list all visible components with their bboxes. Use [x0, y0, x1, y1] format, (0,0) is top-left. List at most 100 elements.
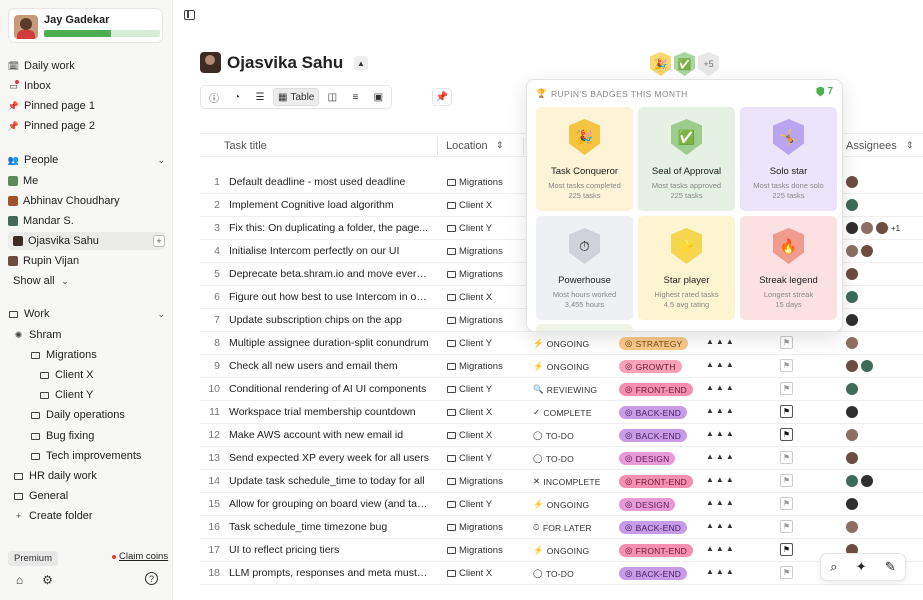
badge-card[interactable]: ⭐ Star player Highest rated tasks 4.5 avg… [638, 216, 735, 320]
flag-icon[interactable]: ⚑ [780, 520, 793, 533]
assignee-avatar[interactable] [846, 406, 858, 418]
nav-pinned-page-1[interactable]: 📌 Pinned page 1 [8, 97, 95, 115]
sort-icon[interactable]: ⇕ [496, 140, 504, 151]
task-location[interactable]: Client X [447, 407, 492, 418]
table-row[interactable]: 14 Update task schedule_time to today fo… [200, 470, 923, 493]
badge-card[interactable]: ⏱ Powerhouse Most hours worked 3,455 hour… [536, 216, 633, 320]
task-title[interactable]: Update subscription chips on the app [229, 314, 429, 326]
task-title[interactable]: Fix this: On duplicating a folder, the p… [229, 222, 429, 234]
badge-card[interactable]: 🎉 Task Conqueror Most tasks completed 225… [536, 107, 633, 211]
folder-client-y[interactable]: Client Y [39, 386, 93, 404]
assignee-avatar[interactable] [861, 245, 873, 257]
nav-inbox[interactable]: ▭ Inbox [8, 77, 51, 95]
bell-icon[interactable]: ▲▲▲ [706, 406, 736, 415]
table-row[interactable]: 12 Make AWS account with new email id Cl… [200, 424, 923, 447]
board-view-icon[interactable]: ◫ [322, 88, 342, 106]
bell-icon[interactable]: ▲▲▲ [706, 498, 736, 507]
bell-icon[interactable]: ▲▲▲ [706, 544, 736, 553]
person-mandar[interactable]: Mandar S. [8, 212, 74, 230]
table-row[interactable]: 13 Send expected XP every week for all u… [200, 447, 923, 470]
task-status[interactable]: ✓ COMPLETE [533, 407, 592, 418]
flag-icon[interactable]: ⚑ [780, 451, 793, 464]
person-rupin[interactable]: Rupin Vijan [8, 252, 79, 270]
assignee-avatar[interactable] [846, 314, 858, 326]
assignee-avatar[interactable] [846, 360, 858, 372]
folder-bug-fixing[interactable]: Bug fixing [30, 427, 94, 445]
task-title[interactable]: Make AWS account with new email id [229, 429, 429, 441]
people-section-header[interactable]: 👥 People ⌄ [8, 151, 165, 169]
task-location[interactable]: Migrations [447, 315, 503, 326]
bell-icon[interactable]: ▲▲▲ [706, 383, 736, 392]
sidebar-toggle-icon[interactable] [184, 10, 195, 20]
task-location[interactable]: Migrations [447, 361, 503, 372]
task-status[interactable]: ◯ TO-DO [533, 453, 574, 464]
folder-hr-daily-work[interactable]: HR daily work [13, 467, 97, 485]
task-location[interactable]: Client Y [447, 384, 492, 395]
claim-coins-link[interactable]: Claim coins [112, 551, 168, 562]
task-tag[interactable]: ◎ DESIGN [619, 452, 676, 465]
party-badge-icon[interactable]: 🎉 [650, 52, 671, 76]
table-row[interactable]: 17 UI to reflect pricing tiers Migration… [200, 539, 923, 562]
nav-pinned-page-2[interactable]: 📌 Pinned page 2 [8, 117, 95, 135]
person-abhinav[interactable]: Abhinav Choudhary [8, 192, 120, 210]
task-location[interactable]: Migrations [447, 177, 503, 188]
flag-icon[interactable]: ⚑ [780, 497, 793, 510]
column-assignees[interactable]: Assignees [846, 140, 897, 152]
work-section-header[interactable]: Work ⌄ [8, 305, 165, 323]
search-icon[interactable]: ⌕ [830, 559, 837, 575]
assignee-avatar[interactable] [846, 245, 858, 257]
task-title[interactable]: Conditional rendering of AI UI component… [229, 383, 429, 395]
bell-icon[interactable]: ▲▲▲ [706, 360, 736, 369]
person-me[interactable]: Me [8, 172, 38, 190]
task-title[interactable]: Check all new users and email them [229, 360, 429, 372]
column-task-title[interactable]: Task title [224, 140, 267, 152]
task-location[interactable]: Client X [447, 568, 492, 579]
task-title[interactable]: LLM prompts, responses and meta must be … [229, 567, 429, 579]
table-row[interactable]: 11 Workspace trial membership countdown … [200, 401, 923, 424]
task-tag[interactable]: ◎ DESIGN [619, 498, 676, 511]
table-row[interactable]: 9 Check all new users and email them Mig… [200, 355, 923, 378]
assignee-avatar[interactable] [846, 452, 858, 464]
task-status[interactable]: ⚡ ONGOING [533, 499, 589, 510]
bell-icon[interactable]: ▲▲▲ [706, 567, 736, 576]
person-ojasvika[interactable]: Ojasvika Sahu + [8, 232, 165, 250]
task-location[interactable]: Client X [447, 292, 492, 303]
assignee-avatar[interactable] [846, 268, 858, 280]
task-status[interactable]: ◯ TO-DO [533, 430, 574, 441]
check-badge-icon[interactable]: ✅ [674, 52, 695, 76]
task-location[interactable]: Client X [447, 430, 492, 441]
task-tag[interactable]: ◎ FRONT-END [619, 383, 694, 396]
show-all-people[interactable]: Show all ⌄ [13, 272, 71, 290]
badge-card[interactable]: 🤸 Solo star Most tasks done solo 225 task… [740, 107, 837, 211]
task-title[interactable]: Figure out how best to use Intercom in o… [229, 291, 429, 303]
create-folder-button[interactable]: + Create folder [13, 507, 93, 525]
home-icon[interactable]: ⌂ [12, 572, 27, 587]
assignee-avatar[interactable] [846, 199, 858, 211]
bell-icon[interactable]: ▲▲▲ [706, 429, 736, 438]
calendar-view-icon[interactable]: ▣ [368, 88, 388, 106]
help-icon[interactable]: ? [145, 572, 158, 585]
table-row[interactable]: 15 Allow for grouping on board view (and… [200, 493, 923, 516]
table-row[interactable]: 18 LLM prompts, responses and meta must … [200, 562, 923, 585]
task-title[interactable]: Task schedule_time timezone bug [229, 521, 429, 533]
task-tag[interactable]: ◎ STRATEGY [619, 337, 689, 350]
task-status[interactable]: 🔍 REVIEWING [533, 384, 597, 395]
task-location[interactable]: Client Y [447, 453, 492, 464]
task-title[interactable]: Update task schedule_time to today for a… [229, 475, 429, 487]
task-title[interactable]: Deprecate beta.shram.io and move everyth… [229, 268, 429, 280]
task-title[interactable]: Workspace trial membership countdown [229, 406, 429, 418]
flag-icon[interactable]: ⚑ [780, 474, 793, 487]
ai-sparkle-icon[interactable]: ✦ [856, 559, 867, 575]
column-location[interactable]: Location [446, 140, 488, 152]
task-tag[interactable]: ◎ FRONT-END [619, 475, 694, 488]
task-title[interactable]: Default deadline - most used deadline [229, 176, 429, 188]
task-location[interactable]: Migrations [447, 545, 503, 556]
more-badges-count[interactable]: +5 [698, 52, 719, 76]
flag-icon[interactable]: ⚑ [780, 543, 793, 556]
bell-icon[interactable]: ▲▲▲ [706, 337, 736, 346]
task-tag[interactable]: ◎ BACK-END [619, 406, 688, 419]
task-title[interactable]: Multiple assignee duration-split conundr… [229, 337, 429, 349]
table-row[interactable]: 16 Task schedule_time timezone bug Migra… [200, 516, 923, 539]
assignee-avatar[interactable] [846, 429, 858, 441]
table-row[interactable]: 10 Conditional rendering of AI UI compon… [200, 378, 923, 401]
